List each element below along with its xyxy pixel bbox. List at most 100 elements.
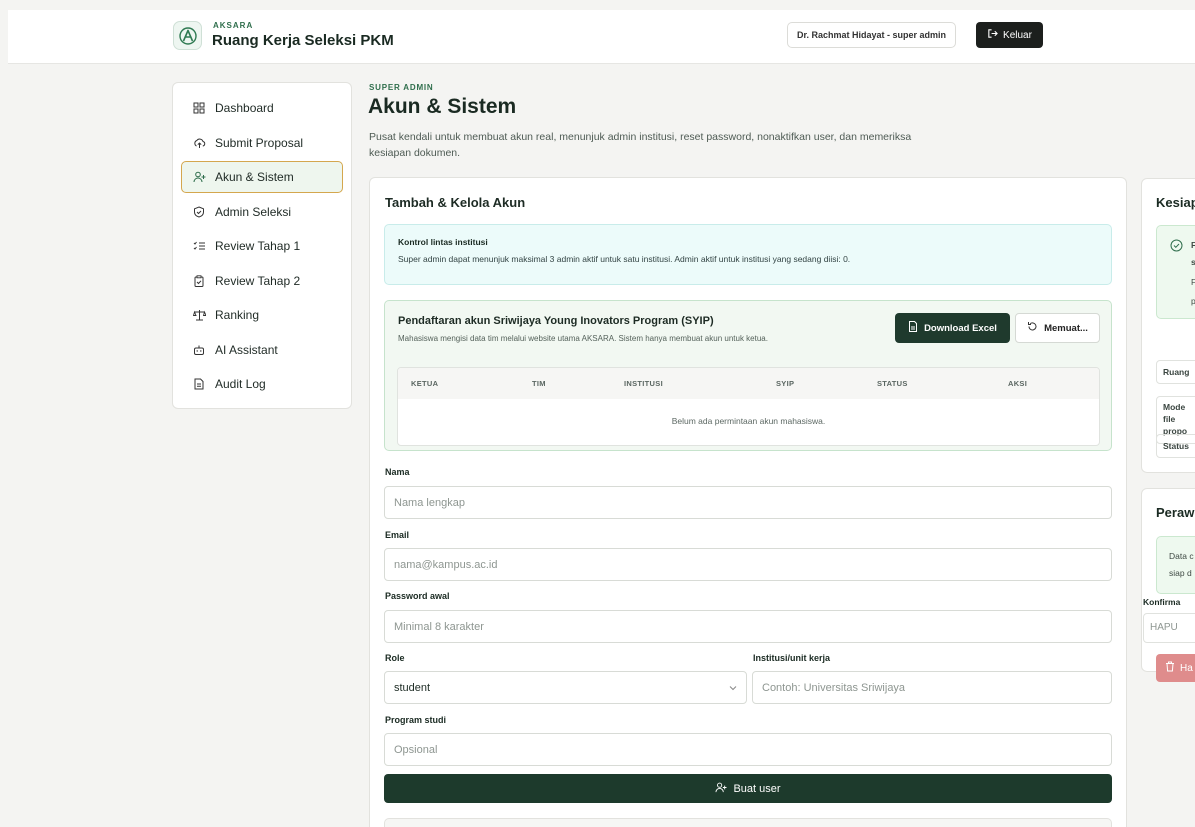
sidebar-item-ranking[interactable]: Ranking — [181, 299, 343, 331]
scale-icon — [192, 308, 206, 322]
password-label: Password awal — [385, 591, 450, 601]
readiness-row-ruang: Ruang — [1156, 360, 1195, 384]
logout-label: Keluar — [1003, 29, 1032, 41]
sidebar-item-akun-sistem[interactable]: Akun & Sistem — [181, 161, 343, 193]
create-user-label: Buat user — [733, 782, 781, 795]
readiness-line-3: F — [1191, 277, 1195, 287]
maintenance-title: Peraw — [1156, 505, 1195, 520]
sidebar-nav: Dashboard Submit Proposal Akun & Sistem … — [172, 82, 352, 409]
load-requests-label: Memuat... — [1044, 322, 1088, 334]
readiness-line-4: p — [1191, 296, 1195, 306]
maint-line-2: siap d — [1169, 568, 1192, 578]
maintenance-card: Peraw Data c siap d Konfirma HAPU Ha — [1141, 488, 1195, 682]
next-section-strip — [384, 818, 1112, 827]
readiness-line-1: F — [1191, 240, 1195, 250]
name-label: Nama — [385, 467, 410, 477]
load-requests-button[interactable]: Memuat... — [1015, 313, 1100, 343]
page-eyebrow: SUPER ADMIN — [369, 83, 434, 92]
file-icon — [908, 321, 918, 335]
trash-icon — [1165, 661, 1175, 675]
user-plus-icon — [192, 170, 206, 184]
sidebar-item-label: Admin Seleksi — [215, 204, 292, 219]
registration-title: Pendaftaran akun Sriwijaya Young Inovato… — [398, 315, 714, 327]
column-header-aksi: AKSI — [1008, 379, 1028, 388]
confirm-label: Konfirma — [1143, 597, 1181, 607]
name-input[interactable]: Nama lengkap — [384, 486, 1112, 519]
sidebar-item-label: Review Tahap 2 — [215, 273, 301, 288]
sidebar-item-admin-seleksi[interactable]: Admin Seleksi — [181, 196, 343, 228]
readiness-status-box: F s F p — [1156, 225, 1195, 319]
sidebar-item-label: Akun & Sistem — [215, 170, 294, 184]
column-header-ketua: KETUA — [411, 379, 439, 388]
registration-table: KETUA TIM INSTITUSI SYIP STATUS AKSI Bel… — [397, 367, 1100, 446]
institution-label: Institusi/unit kerja — [753, 653, 831, 663]
table-header: KETUA TIM INSTITUSI SYIP STATUS AKSI — [398, 368, 1099, 399]
logout-icon — [987, 28, 998, 42]
readiness-title: Kesiap — [1156, 195, 1195, 210]
email-input[interactable]: nama@kampus.ac.id — [384, 548, 1112, 581]
role-select[interactable]: student — [384, 671, 747, 704]
info-title: Kontrol lintas institusi — [398, 237, 488, 247]
check-circle-icon — [1170, 239, 1183, 257]
page-title: Akun & Sistem — [368, 95, 517, 118]
dashboard-grid-icon — [192, 101, 206, 115]
brand-eyebrow: AKSARA — [213, 21, 254, 30]
column-header-syip: SYIP — [776, 379, 795, 388]
sidebar-item-ai-assistant[interactable]: AI Assistant — [181, 334, 343, 366]
maintenance-info-box: Data c siap d — [1156, 536, 1195, 594]
readiness-row-status: Status — [1156, 434, 1195, 458]
password-input[interactable]: Minimal 8 karakter — [384, 610, 1112, 643]
readiness-card: Kesiap F s F p Ruang Mode file propo Sta… — [1141, 178, 1195, 473]
chevron-down-icon — [729, 683, 737, 693]
delete-data-button[interactable]: Ha — [1156, 654, 1195, 682]
user-plus-icon — [715, 782, 727, 796]
sidebar-item-submit-proposal[interactable]: Submit Proposal — [181, 127, 343, 159]
role-select-value: student — [394, 681, 431, 694]
list-check-icon — [192, 239, 206, 253]
cross-institution-info: Kontrol lintas institusi Super admin dap… — [384, 224, 1112, 285]
download-excel-button[interactable]: Download Excel — [895, 313, 1010, 343]
bot-icon — [192, 343, 206, 357]
delete-label: Ha — [1180, 662, 1193, 674]
readiness-line-2: s — [1191, 257, 1195, 267]
column-header-status: STATUS — [877, 379, 908, 388]
shield-check-icon — [192, 205, 206, 219]
brand-title: Ruang Kerja Seleksi PKM — [212, 32, 394, 49]
current-user-chip: Dr. Rachmat Hidayat - super admin — [787, 22, 957, 48]
account-management-card: Tambah & Kelola Akun Kontrol lintas inst… — [369, 177, 1127, 827]
upload-cloud-icon — [192, 136, 206, 150]
program-input[interactable]: Opsional — [384, 733, 1112, 766]
column-header-tim: TIM — [532, 379, 546, 388]
mode-line-2: file — [1163, 414, 1176, 424]
email-label: Email — [385, 530, 410, 540]
empty-table-message: Belum ada permintaan akun mahasiswa. — [671, 416, 826, 426]
sidebar-item-label: Audit Log — [215, 377, 266, 391]
syip-registration-panel: Pendaftaran akun Sriwijaya Young Inovato… — [384, 300, 1112, 451]
sidebar-item-label: Ranking — [215, 308, 260, 322]
confirm-input[interactable]: HAPU — [1143, 613, 1195, 643]
sidebar-item-label: AI Assistant — [215, 342, 278, 357]
institution-input[interactable]: Contoh: Universitas Sriwijaya — [752, 671, 1112, 704]
sidebar-item-audit-log[interactable]: Audit Log — [181, 368, 343, 400]
program-label: Program studi — [385, 715, 447, 725]
create-user-button[interactable]: Buat user — [384, 774, 1112, 803]
column-header-institusi: INSTITUSI — [624, 379, 663, 388]
registration-subtitle: Mahasiswa mengisi data tim melalui websi… — [398, 334, 768, 343]
sidebar-item-label: Review Tahap 1 — [215, 239, 301, 253]
sidebar-item-dashboard[interactable]: Dashboard — [181, 92, 343, 124]
logout-button[interactable]: Keluar — [976, 22, 1043, 48]
file-text-icon — [192, 377, 206, 391]
card-title: Tambah & Kelola Akun — [385, 195, 526, 210]
info-text: Super admin dapat menunjuk maksimal 3 ad… — [398, 254, 851, 264]
role-label: Role — [385, 653, 405, 663]
top-bar: AKSARA Ruang Kerja Seleksi PKM Dr. Rachm… — [8, 10, 1195, 64]
sidebar-item-review-tahap-1[interactable]: Review Tahap 1 — [181, 230, 343, 262]
maint-line-1: Data c — [1169, 551, 1194, 561]
download-excel-label: Download Excel — [924, 322, 997, 334]
page-description: Pusat kendali untuk membuat akun real, m… — [369, 131, 912, 159]
refresh-icon — [1027, 321, 1038, 335]
aksara-logo-icon — [173, 21, 202, 50]
sidebar-item-review-tahap-2[interactable]: Review Tahap 2 — [181, 265, 343, 297]
mode-line-1: Mode — [1163, 402, 1186, 412]
clipboard-check-icon — [192, 274, 206, 288]
